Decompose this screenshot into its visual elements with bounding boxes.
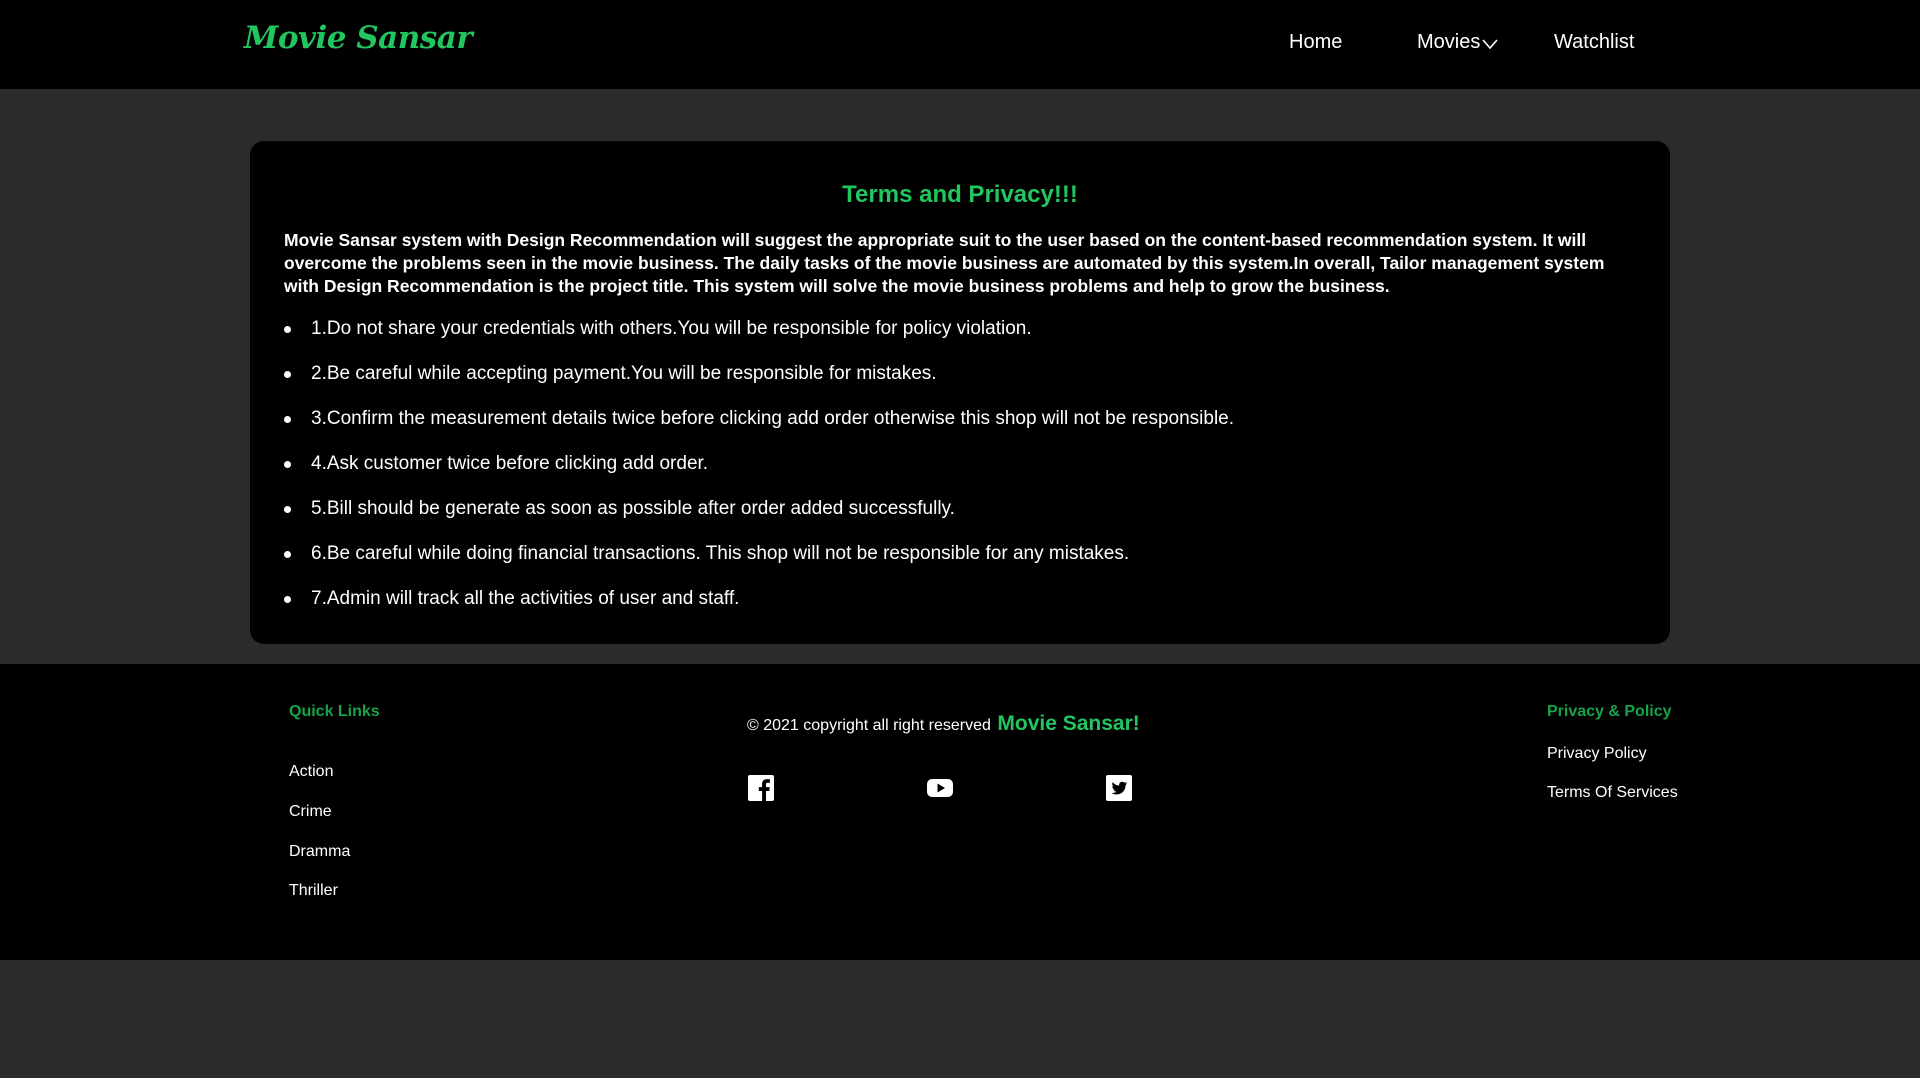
bullet-icon (284, 506, 291, 513)
copyright: © 2021 copyright all right reserved Movi… (747, 712, 1140, 736)
copyright-text: © 2021 copyright all right reserved (747, 717, 991, 734)
list-item: 6.Be careful while doing financial trans… (284, 541, 1644, 586)
list-item: 3.Confirm the measurement details twice … (284, 406, 1644, 451)
rules-list: 1.Do not share your credentials with oth… (284, 316, 1644, 631)
terms-of-services-link[interactable]: Terms Of Services (1547, 784, 1678, 802)
youtube-icon[interactable] (927, 775, 953, 801)
list-item: 1.Do not share your credentials with oth… (284, 316, 1644, 361)
quick-link-action[interactable]: Action (289, 763, 333, 781)
intro-paragraph: Movie Sansar system with Design Recommen… (284, 230, 1605, 296)
bullet-icon (284, 416, 291, 423)
nav-home-link[interactable]: Home (1289, 31, 1342, 54)
bullet-icon (284, 461, 291, 468)
rule-text: 4.Ask customer twice before clicking add… (311, 453, 709, 474)
bullet-icon (284, 326, 291, 333)
bullet-icon (284, 371, 291, 378)
nav-movies-label: Movies (1417, 31, 1481, 53)
facebook-icon[interactable] (748, 775, 774, 801)
rule-text: 3.Confirm the measurement details twice … (311, 408, 1235, 429)
footer: Quick Links Action Crime Dramma Thriller… (0, 664, 1920, 960)
nav-watchlist-link[interactable]: Watchlist (1554, 31, 1634, 54)
twitter-icon[interactable] (1106, 775, 1132, 801)
navbar: Movie Sansar Home Movies Watchlist (0, 0, 1920, 89)
rule-text: 6.Be careful while doing financial trans… (311, 543, 1130, 564)
rule-text: 1.Do not share your credentials with oth… (311, 318, 1032, 339)
list-item: 2.Be careful while accepting payment.You… (284, 361, 1644, 406)
rule-text: 5.Bill should be generate as soon as pos… (311, 498, 955, 519)
quick-link-crime[interactable]: Crime (289, 803, 332, 821)
quick-link-dramma[interactable]: Dramma (289, 843, 350, 861)
chevron-down-icon (1482, 38, 1498, 49)
quick-link-thriller[interactable]: Thriller (289, 882, 338, 900)
rule-text: 2.Be careful while accepting payment.You… (311, 363, 937, 384)
brand-logo[interactable]: Movie Sansar (244, 20, 473, 56)
list-item: 5.Bill should be generate as soon as pos… (284, 496, 1644, 541)
terms-card: Terms and Privacy!!! Movie Sansar system… (250, 141, 1670, 644)
privacy-heading: Privacy & Policy (1547, 703, 1672, 720)
copyright-brand: Movie Sansar! (997, 712, 1140, 735)
bullet-icon (284, 551, 291, 558)
rule-text: 7.Admin will track all the activities of… (311, 588, 740, 609)
page-title: Terms and Privacy!!! (842, 181, 1078, 208)
nav-movies-dropdown[interactable]: Movies (1417, 31, 1498, 54)
quick-links-heading: Quick Links (289, 703, 380, 720)
list-item: 7.Admin will track all the activities of… (284, 586, 1644, 631)
privacy-policy-link[interactable]: Privacy Policy (1547, 745, 1647, 763)
bullet-icon (284, 596, 291, 603)
list-item: 4.Ask customer twice before clicking add… (284, 451, 1644, 496)
